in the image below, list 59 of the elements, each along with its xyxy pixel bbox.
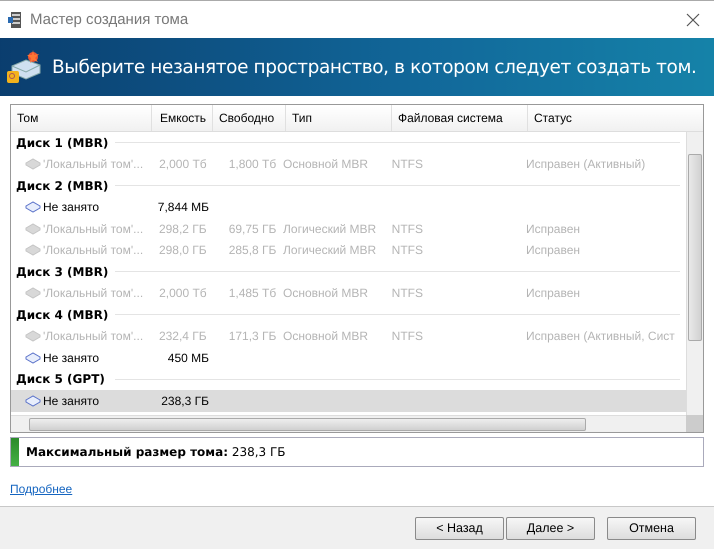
cancel-button[interactable]: Отмена	[607, 516, 696, 540]
volume-name: Не занято	[43, 200, 100, 214]
table-cell-text: 171,3 ГБ	[228, 329, 278, 344]
table-cell-text: 2,000 Тб	[158, 157, 208, 172]
table-cell-text: 298,0 ГБ	[158, 243, 208, 258]
app-icon	[8, 10, 24, 28]
column-header[interactable]: Статус	[528, 105, 703, 131]
volume-name: 'Локальный том'...	[43, 243, 144, 258]
back-button[interactable]: < Назад	[415, 516, 504, 540]
table-cell-text: 232,4 ГБ	[158, 329, 208, 344]
banner-heading: Выберите незанятое пространство, в котором следует создать том.	[52, 56, 697, 78]
column-header[interactable]: Свободно	[213, 105, 286, 131]
table-cell-text: NTFS	[390, 157, 424, 172]
table-cell-text: NTFS	[390, 243, 424, 258]
table-cell-text: 450 МБ	[166, 350, 210, 365]
status-indicator	[11, 438, 19, 466]
volume-row[interactable]: Не занято 450 МБ	[11, 347, 686, 368]
table-cell-text: NTFS	[390, 286, 424, 300]
max-size-text: Максимальный размер тома: 238,3 ГБ	[26, 445, 286, 459]
disk-wizard-icon	[6, 50, 42, 84]
table-cell-text: Исправен (Активный)	[524, 157, 646, 172]
volume-name: Не занято	[43, 350, 100, 365]
window-title: Мастер создания тома	[30, 11, 190, 28]
table-cell-text: Основной MBR	[283, 329, 370, 344]
table-cell-text: 7,844 МБ	[156, 200, 210, 214]
details-link[interactable]: Подробнее	[10, 482, 72, 496]
table-cell-text: Логический MBR	[283, 222, 378, 236]
volume-row[interactable]: Не занято 238,3 ГБ	[11, 390, 686, 412]
table-cell-text: Исправен	[524, 222, 581, 236]
close-icon[interactable]	[686, 12, 700, 26]
column-header[interactable]: Емкость	[152, 105, 213, 131]
table-cell-text: 298,2 ГБ	[158, 222, 208, 236]
table-cell-text: Логический MBR	[283, 243, 378, 258]
volume-row[interactable]: Не занято 7,844 МБ	[11, 196, 686, 218]
table-cell-text: NTFS	[390, 222, 424, 236]
volume-name: 'Локальный том'...	[43, 157, 144, 172]
column-header[interactable]: Файловая система	[392, 105, 528, 131]
vertical-scrollbar[interactable]	[686, 132, 703, 415]
table-cell-text: 285,8 ГБ	[228, 243, 278, 258]
table-cell-text: 69,75 ГБ	[228, 222, 278, 236]
table-cell-text: 238,3 ГБ	[160, 394, 210, 408]
table-cell-text: 2,000 Тб	[158, 286, 208, 300]
next-button[interactable]: Далее >	[506, 516, 595, 540]
volume-name: Не занято	[43, 394, 100, 408]
table-cell-text: Исправен (Активный, Сист	[524, 329, 676, 344]
table-cell-text: NTFS	[390, 329, 424, 344]
table-cell-text: Основной MBR	[283, 286, 370, 300]
volume-name: 'Локальный том'...	[43, 286, 144, 300]
table-cell-text: Основной MBR	[283, 157, 370, 172]
table-cell-text: Исправен	[524, 243, 581, 258]
table-cell-text: 1,485 Тб	[228, 286, 278, 300]
column-header[interactable]: Том	[11, 105, 152, 131]
table-cell-text: 1,800 Тб	[228, 157, 278, 172]
column-header[interactable]: Тип	[286, 105, 392, 131]
volume-name: 'Локальный том'...	[43, 222, 144, 236]
volume-name: 'Локальный том'...	[43, 329, 144, 344]
scrollbar-corner	[686, 415, 703, 432]
table-cell-text: Исправен	[524, 286, 581, 300]
horizontal-scrollbar[interactable]	[11, 415, 686, 432]
